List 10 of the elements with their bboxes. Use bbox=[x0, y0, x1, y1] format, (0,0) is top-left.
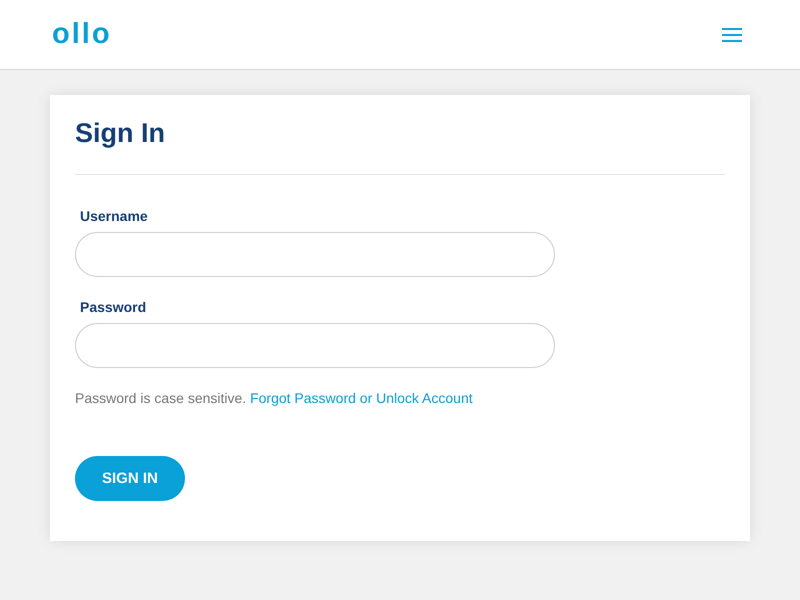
forgot-password-link[interactable]: Forgot Password or Unlock Account bbox=[250, 390, 473, 406]
input-field[interactable] bbox=[75, 323, 555, 368]
menu-icon[interactable] bbox=[722, 28, 742, 42]
field-label: Username bbox=[80, 208, 148, 224]
sign-in-button[interactable]: SIGN IN bbox=[75, 456, 185, 501]
input-field[interactable] bbox=[75, 232, 555, 277]
hint-text: Password is case sensitive. Forgot Password or Unlock Account bbox=[75, 390, 473, 406]
logo[interactable]: ollo bbox=[52, 20, 112, 49]
card-title: Sign In bbox=[75, 117, 165, 150]
field-label: Password bbox=[80, 299, 146, 315]
